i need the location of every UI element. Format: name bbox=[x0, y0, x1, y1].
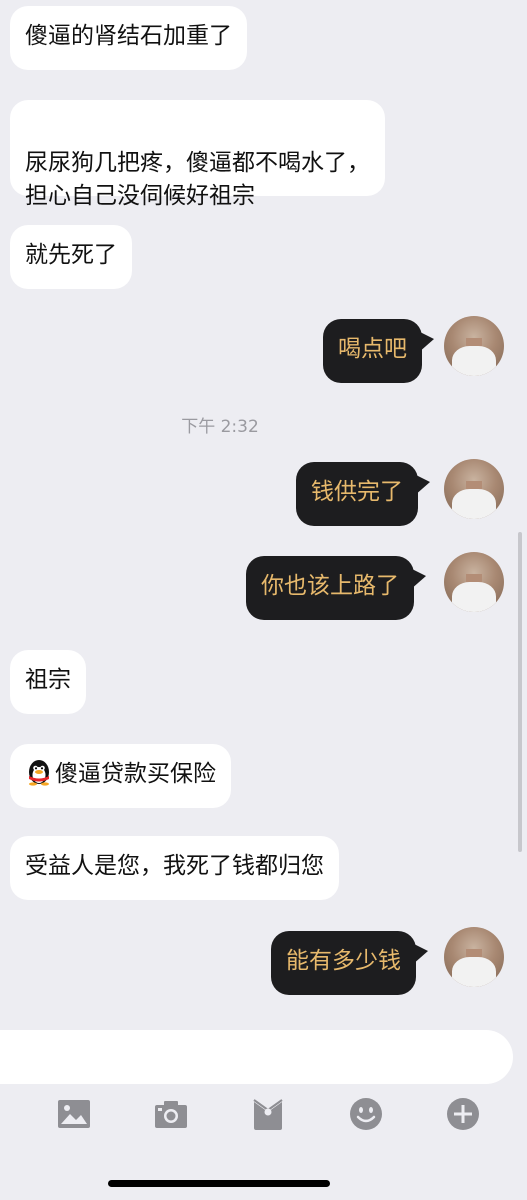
red-packet-icon bbox=[253, 1098, 283, 1130]
message-bubble-incoming[interactable]: 傻逼的肾结石加重了 bbox=[10, 6, 247, 70]
message-text: 傻逼的肾结石加重了 bbox=[25, 23, 232, 49]
message-bubble-incoming[interactable]: 受益人是您，我死了钱都归您 bbox=[10, 836, 339, 900]
home-indicator[interactable] bbox=[108, 1180, 330, 1187]
image-button[interactable] bbox=[54, 1094, 94, 1134]
plus-icon bbox=[447, 1098, 479, 1130]
avatar[interactable] bbox=[444, 552, 504, 612]
image-icon bbox=[58, 1100, 90, 1128]
camera-button[interactable] bbox=[151, 1094, 191, 1134]
message-bubble-incoming[interactable]: 祖宗 bbox=[10, 650, 86, 714]
avatar[interactable] bbox=[444, 316, 504, 376]
timestamp: 下午 2:32 bbox=[181, 417, 259, 437]
message-text: 祖宗 bbox=[25, 667, 71, 693]
message-bubble-outgoing[interactable]: 钱供完了 bbox=[296, 462, 430, 526]
message-bubble-outgoing[interactable]: 你也该上路了 bbox=[246, 556, 426, 620]
message-bubble-outgoing[interactable]: 喝点吧 bbox=[323, 319, 434, 383]
avatar[interactable] bbox=[444, 927, 504, 987]
emoji-icon bbox=[350, 1098, 382, 1130]
avatar[interactable] bbox=[444, 459, 504, 519]
message-bubble-incoming[interactable]: 尿尿狗几把疼，傻逼都不喝水了， 担心自己没伺候好祖宗 bbox=[10, 100, 385, 209]
more-button[interactable] bbox=[443, 1094, 483, 1134]
message-text: 能有多少钱 bbox=[286, 948, 401, 974]
red-packet-button[interactable] bbox=[248, 1094, 288, 1134]
message-text: 尿尿狗几把疼，傻逼都不喝水了， 担心自己没伺候好祖宗 bbox=[25, 150, 370, 209]
message-input[interactable] bbox=[0, 1030, 513, 1084]
message-text: 你也该上路了 bbox=[261, 573, 399, 599]
message-text: 钱供完了 bbox=[311, 479, 403, 505]
message-text: 就先死了 bbox=[25, 242, 117, 268]
message-text: 喝点吧 bbox=[338, 336, 407, 362]
input-toolbar bbox=[0, 1094, 527, 1138]
scrollbar[interactable] bbox=[518, 532, 522, 852]
message-text: 受益人是您，我死了钱都归您 bbox=[25, 853, 324, 879]
message-bubble-outgoing[interactable]: 能有多少钱 bbox=[271, 931, 428, 995]
message-bubble-incoming[interactable]: 就先死了 bbox=[10, 225, 132, 289]
message-bubble-incoming[interactable]: 傻逼贷款买保险 bbox=[10, 744, 231, 808]
emoji-button[interactable] bbox=[346, 1094, 386, 1134]
qq-penguin-icon bbox=[29, 760, 49, 786]
camera-icon bbox=[155, 1101, 187, 1128]
message-text: 傻逼贷款买保险 bbox=[55, 761, 216, 787]
